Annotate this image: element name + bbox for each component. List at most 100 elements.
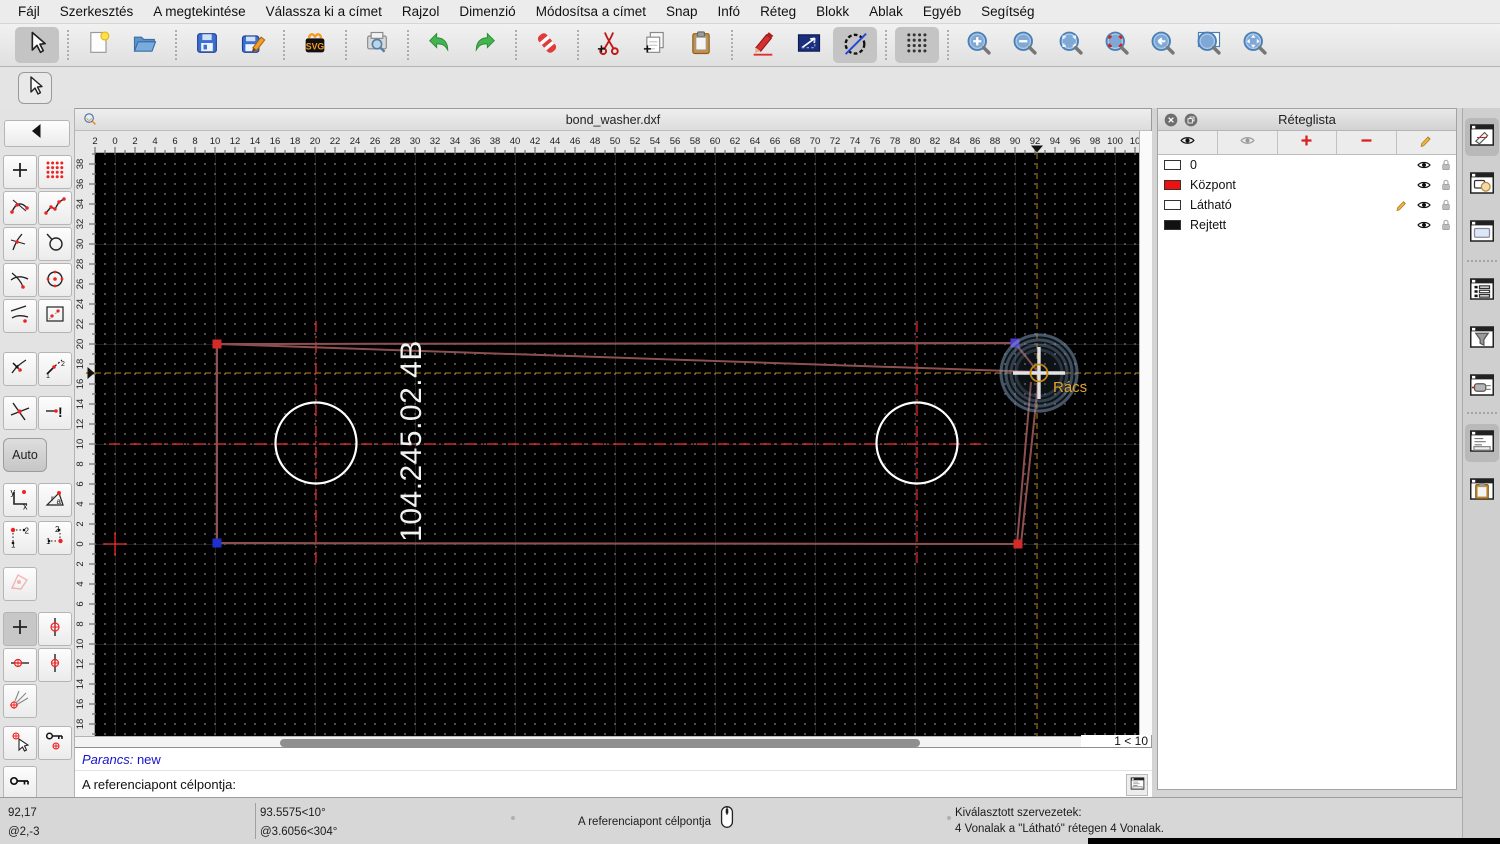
zoom-previous-button[interactable]: [1141, 27, 1185, 63]
menu-egy-b[interactable]: Egyéb: [913, 4, 971, 19]
draw-polyline-tool[interactable]: [38, 191, 72, 225]
close-panel-button[interactable]: [1163, 112, 1179, 128]
modify-move-copy-tool[interactable]: 12: [38, 352, 72, 386]
draw-parallel-tool[interactable]: [3, 299, 37, 333]
select-tool-button[interactable]: [18, 72, 52, 104]
draw-point-tool[interactable]: [3, 155, 37, 189]
layer-color-swatch[interactable]: [1164, 180, 1181, 190]
layer-lock-icon[interactable]: [1438, 177, 1454, 196]
coord-cartesian-tool[interactable]: yx: [3, 483, 37, 517]
snap-middle-button[interactable]: [38, 648, 72, 682]
menu-f-jl[interactable]: Fájl: [8, 4, 50, 19]
delete-button[interactable]: [525, 27, 569, 63]
draw-rect-tool[interactable]: [38, 299, 72, 333]
lock-relative-zero-button[interactable]: [3, 766, 37, 800]
snap-grid-button[interactable]: [38, 612, 72, 646]
vertical-scrollbar[interactable]: [1139, 131, 1152, 735]
cut-button[interactable]: [587, 27, 631, 63]
layer-lock-icon[interactable]: [1438, 157, 1454, 176]
layer-row-k-zpont[interactable]: Központ: [1158, 175, 1456, 195]
menu-snap[interactable]: Snap: [656, 4, 708, 19]
save-button[interactable]: [185, 27, 229, 63]
layer-row-l-that-[interactable]: Látható: [1158, 195, 1456, 215]
layer-color-swatch[interactable]: [1164, 220, 1181, 230]
menu-blokk[interactable]: Blokk: [806, 4, 859, 19]
zoom-redraw-button[interactable]: [1095, 27, 1139, 63]
circle-tool-button[interactable]: [833, 27, 877, 63]
redo-button[interactable]: [463, 27, 507, 63]
dock-clipboard-toggle[interactable]: [1465, 472, 1499, 510]
dock-filter-toggle[interactable]: [1465, 320, 1499, 358]
attributes-button[interactable]: [741, 27, 785, 63]
menu-r-teg[interactable]: Réteg: [750, 4, 806, 19]
dock-pen-toggle[interactable]: [1465, 118, 1499, 156]
layer-lock-icon[interactable]: [1438, 197, 1454, 216]
menu-m-dos-tsa-a-c-met[interactable]: Módosítsa a címet: [526, 4, 656, 19]
remove-layer-button[interactable]: [1337, 131, 1398, 154]
zoom-window-button[interactable]: [1187, 27, 1231, 63]
collapse-back-button[interactable]: [4, 120, 70, 147]
show-all-layers-button[interactable]: [1158, 131, 1218, 154]
modify-intersect-tool[interactable]: [3, 396, 37, 430]
corner-order-tool-1[interactable]: 12: [3, 521, 37, 555]
draw-freehand-tool[interactable]: [38, 227, 72, 261]
draw-point-grid-tool[interactable]: [38, 155, 72, 189]
menu-szerkeszt-s[interactable]: Szerkesztés: [50, 4, 144, 19]
zoom-pan-button[interactable]: [1233, 27, 1277, 63]
menu-inf-[interactable]: Infó: [708, 4, 751, 19]
drawing-window-titlebar[interactable]: bond_washer.dxf: [75, 109, 1151, 131]
save-as-button[interactable]: [231, 27, 275, 63]
menu-seg-ts-g[interactable]: Segítség: [971, 4, 1044, 19]
menu-ablak[interactable]: Ablak: [859, 4, 913, 19]
contour-select-tool[interactable]: [3, 567, 37, 601]
modify-move-tool[interactable]: [3, 352, 37, 386]
coord-polar-tool[interactable]: ra: [38, 483, 72, 517]
menu-v-lassza-ki-a-c-met[interactable]: Válassza ki a címet: [256, 4, 392, 19]
layer-visibility-eye-icon[interactable]: [1416, 177, 1432, 196]
menu-a-megtekint-se[interactable]: A megtekintése: [143, 4, 255, 19]
snap-free-button[interactable]: [3, 612, 37, 646]
zoom-auto-button[interactable]: [1049, 27, 1093, 63]
new-file-button[interactable]: [77, 27, 121, 63]
dock-plugin-toggle[interactable]: [1465, 368, 1499, 406]
undo-button[interactable]: [417, 27, 461, 63]
draw-circle-center-tool[interactable]: [38, 263, 72, 297]
export-svg-button[interactable]: SVG: [293, 27, 337, 63]
layer-row-0[interactable]: 0: [1158, 155, 1456, 175]
restrict-lock-button[interactable]: [38, 726, 72, 760]
snap-endpoint-button[interactable]: [3, 648, 37, 682]
snap-auto-button[interactable]: Auto: [3, 438, 47, 472]
draw-spline-tool[interactable]: [3, 191, 37, 225]
layer-color-swatch[interactable]: [1164, 160, 1181, 170]
dock-blocks-toggle[interactable]: [1465, 166, 1499, 204]
layer-visibility-eye-icon[interactable]: [1416, 217, 1432, 236]
drawing-canvas[interactable]: 104.245.02.4B Rács: [95, 153, 1139, 736]
modify-trim-tool[interactable]: !: [38, 396, 72, 430]
layer-lock-icon[interactable]: [1438, 217, 1454, 236]
print-preview-button[interactable]: [355, 27, 399, 63]
snap-angle-button[interactable]: [3, 684, 37, 718]
snap-entity-button[interactable]: [3, 726, 37, 760]
grid-toggle-button[interactable]: [895, 27, 939, 63]
layer-color-swatch[interactable]: [1164, 200, 1181, 210]
menu-rajzol[interactable]: Rajzol: [392, 4, 450, 19]
dock-library-toggle[interactable]: [1465, 214, 1499, 252]
undock-panel-button[interactable]: [1183, 112, 1199, 128]
dock-command-toggle[interactable]: [1465, 424, 1499, 462]
draw-tangent-tool[interactable]: [3, 227, 37, 261]
layer-row-rejtett[interactable]: Rejtett: [1158, 215, 1456, 235]
draw-arc-tool[interactable]: [3, 263, 37, 297]
edit-layer-button[interactable]: [1397, 131, 1456, 154]
layer-visibility-eye-icon[interactable]: [1416, 197, 1432, 216]
corner-order-tool-2[interactable]: 12: [38, 521, 72, 555]
add-layer-button[interactable]: [1278, 131, 1338, 154]
dock-layer-list-toggle[interactable]: [1465, 272, 1499, 310]
paste-button[interactable]: [679, 27, 723, 63]
select-arrow-button[interactable]: [15, 27, 59, 63]
hide-all-layers-button[interactable]: [1218, 131, 1278, 154]
menu-dimenzi-[interactable]: Dimenzió: [449, 4, 525, 19]
copy-button[interactable]: [633, 27, 677, 63]
command-input[interactable]: [235, 773, 1126, 796]
horizontal-scrollbar-thumb[interactable]: [280, 739, 920, 747]
command-detach-button[interactable]: [1126, 773, 1148, 796]
